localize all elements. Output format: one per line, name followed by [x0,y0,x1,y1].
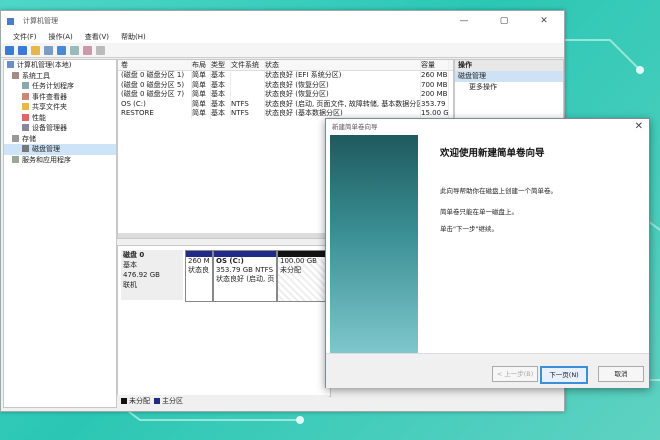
new-simple-volume-wizard: 新建简单卷向导 ✕ 欢迎使用新建简单卷向导 此向导帮助你在磁盘上创建一个简单卷。… [325,118,650,388]
disk-graphical-view: 磁盘 0 基本 476.92 GB 联机 260 M 状态良 OS (C:) 3… [117,245,331,397]
wizard-title: 新建简单卷向导 [332,123,378,131]
forward-icon[interactable] [18,45,27,55]
tree-item-computer-management[interactable]: 计算机管理(本地) [4,60,116,71]
tree-item-shared-folders[interactable]: 共享文件夹 [4,102,116,113]
tree-item-disk-management[interactable]: 磁盘管理 [4,144,116,155]
services-icon [12,155,19,163]
table-row[interactable]: OS (C:) 简单 基本 NTFS 状态良好 (启动, 页面文件, 故障转储, 基本数… [118,99,453,109]
disk-size: 476.92 GB [123,271,160,279]
navigation-tree: 计算机管理(本地) 系统工具 任务计划程序 事件查看器 共享文件夹 性能 设备管… [3,59,117,408]
close-button[interactable]: ✕ [524,16,564,26]
performance-icon [22,113,29,121]
wizard-footer: < 上一步(B) 下一页(N) 取消 [326,353,649,388]
toolbar [1,43,564,58]
menu-help[interactable]: 帮助(H) [121,32,146,42]
partition-efi[interactable]: 260 M 状态良 [185,250,213,302]
title-bar: 计算机管理 — ▢ ✕ [1,11,564,31]
wizard-close-icon[interactable]: ✕ [635,121,643,132]
legend-primary: 主分区 [162,397,183,405]
table-row[interactable]: (磁盘 0 磁盘分区 1) 简单 基本 状态良好 (EFI 系统分区) 260 MB [118,71,453,81]
disk-name: 磁盘 0 [123,251,145,259]
view-icon[interactable] [70,45,79,55]
column-type[interactable]: 类型 [211,60,231,70]
wizard-text-3: 单击"下一步"继续。 [440,225,498,233]
disk-status: 联机 [123,281,137,289]
tree-item-services-apps[interactable]: 服务和应用程序 [4,155,116,166]
minimize-button[interactable]: — [444,16,484,26]
event-icon [22,92,29,100]
storage-icon [12,134,19,142]
menu-bar: 文件(F) 操作(A) 查看(V) 帮助(H) [1,31,564,43]
tree-item-task-scheduler[interactable]: 任务计划程序 [4,81,116,92]
column-volume[interactable]: 卷 [118,60,192,70]
partition-os-c[interactable]: OS (C:) 353.79 GB NTFS 状态良好 (启动, 页 [213,250,277,302]
partition-unallocated[interactable]: 100.00 GB 未分配 [277,250,329,302]
next-button[interactable]: 下一页(N) [540,366,588,384]
legend: 未分配 主分区 [117,395,329,407]
maximize-button[interactable]: ▢ [484,16,524,26]
menu-view[interactable]: 查看(V) [85,32,109,42]
disk-0-label[interactable]: 磁盘 0 基本 476.92 GB 联机 [121,250,183,300]
export-icon[interactable] [83,45,92,55]
wizard-heading: 欢迎使用新建简单卷向导 [440,148,545,159]
folder-icon [22,103,29,110]
tree-item-device-manager[interactable]: 设备管理器 [4,123,116,134]
wizard-side-banner [330,135,418,353]
tree-item-system-tools[interactable]: 系统工具 [4,71,116,82]
tools-icon [12,71,19,79]
tree-item-storage[interactable]: 存储 [4,134,116,145]
table-row[interactable]: (磁盘 0 磁盘分区 5) 简单 基本 状态良好 (恢复分区) 700 MB [118,80,453,90]
wizard-text-2: 简单卷只能在单一磁盘上。 [440,208,518,216]
back-icon[interactable] [5,45,14,55]
menu-action[interactable]: 操作(A) [49,32,73,42]
help-icon[interactable] [57,45,66,55]
disk-type: 基本 [123,261,137,269]
volume-list-header: 卷 布局 类型 文件系统 状态 容量 [118,60,453,71]
actions-more[interactable]: 更多操作 [455,82,563,93]
tree-item-event-viewer[interactable]: 事件查看器 [4,92,116,103]
list-icon[interactable] [96,45,105,55]
actions-disk-management[interactable]: 磁盘管理 [455,71,563,82]
tree-item-performance[interactable]: 性能 [4,113,116,124]
unallocated-swatch [121,398,127,404]
column-filesystem[interactable]: 文件系统 [231,60,265,70]
app-icon [7,17,14,25]
legend-unallocated: 未分配 [129,397,150,405]
table-row[interactable]: (磁盘 0 磁盘分区 7) 简单 基本 状态良好 (恢复分区) 200 MB [118,90,453,100]
column-capacity[interactable]: 容量 [421,60,449,70]
column-status[interactable]: 状态 [265,60,421,70]
disk-icon [22,145,29,152]
actions-header: 操作 [455,60,563,71]
up-folder-icon[interactable] [31,45,40,55]
back-button[interactable]: < 上一步(B) [492,366,538,382]
primary-swatch [154,398,160,404]
wizard-text-1: 此向导帮助你在磁盘上创建一个简单卷。 [440,187,557,195]
computer-icon [7,61,14,68]
clock-icon [22,82,29,89]
window-title: 计算机管理 [23,17,58,25]
column-layout[interactable]: 布局 [192,60,211,70]
cancel-button[interactable]: 取消 [598,366,644,382]
device-icon [22,124,29,131]
menu-file[interactable]: 文件(F) [13,32,37,42]
properties-icon[interactable] [44,45,53,55]
